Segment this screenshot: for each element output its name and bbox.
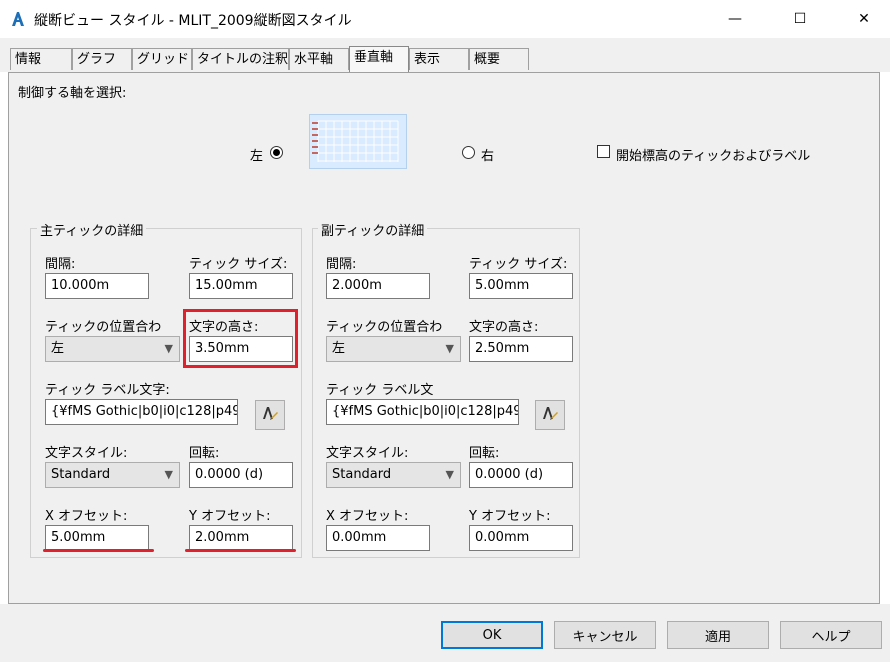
text-edit-icon [540, 403, 560, 427]
minor-rotation-label: 回転: [469, 446, 500, 461]
y-offset-underline [185, 549, 296, 552]
cancel-button[interactable]: キャンセル [554, 621, 656, 649]
minor-x-offset-label: X オフセット: [326, 509, 409, 524]
major-tick-justify-value: 左 [51, 341, 65, 356]
minor-label-text-edit-button[interactable] [535, 400, 565, 430]
minor-tick-title: 副ティックの詳細 [318, 220, 428, 239]
tab-info[interactable]: 情報 [10, 48, 72, 70]
major-label-text-edit-button[interactable] [255, 400, 285, 430]
maximize-button[interactable]: ☐ [777, 0, 823, 38]
minor-tick-justify-value: 左 [332, 341, 346, 356]
minimize-button[interactable]: — [712, 0, 758, 38]
minor-y-offset-label: Y オフセット: [469, 509, 551, 524]
chevron-down-icon: ▼ [445, 342, 454, 355]
tab-graph[interactable]: グラフ [72, 48, 132, 70]
highlight-box [183, 309, 298, 368]
major-text-style-label: 文字スタイル: [45, 446, 128, 461]
close-icon: ✕ [858, 11, 870, 27]
axis-preview [309, 114, 407, 169]
chevron-down-icon: ▼ [164, 468, 173, 481]
tab-summary[interactable]: 概要 [469, 48, 529, 70]
major-rotation-label: 回転: [189, 446, 220, 461]
major-interval-label: 間隔: [45, 257, 76, 272]
minor-text-style-value: Standard [332, 467, 392, 482]
major-rotation-input[interactable]: 0.0000 (d) [189, 462, 293, 488]
ok-button[interactable]: OK [441, 621, 543, 649]
minor-interval-label: 間隔: [326, 257, 357, 272]
tab-grid[interactable]: グリッド [132, 48, 192, 70]
minor-text-height-label: 文字の高さ: [469, 320, 539, 335]
right-axis-radio[interactable] [462, 146, 475, 159]
x-offset-underline [43, 549, 154, 552]
app-logo-icon [9, 10, 27, 28]
major-text-style-select[interactable]: Standard ▼ [45, 462, 180, 488]
major-tick-justify-label: ティックの位置合わ [45, 320, 162, 335]
start-elevation-checkbox[interactable] [597, 145, 610, 158]
tab-vertical-axis[interactable]: 垂直軸 [349, 46, 409, 72]
chevron-down-icon: ▼ [445, 468, 454, 481]
minor-text-style-label: 文字スタイル: [326, 446, 409, 461]
minor-text-style-select[interactable]: Standard ▼ [326, 462, 461, 488]
minor-y-offset-input[interactable]: 0.00mm [469, 525, 573, 551]
minor-x-offset-input[interactable]: 0.00mm [326, 525, 430, 551]
minimize-icon: — [728, 11, 742, 27]
major-tick-title: 主ティックの詳細 [37, 220, 147, 239]
maximize-icon: ☐ [793, 11, 807, 27]
major-x-offset-label: X オフセット: [45, 509, 128, 524]
minor-tick-justify-select[interactable]: 左 ▼ [326, 336, 461, 362]
minor-interval-input[interactable]: 2.000m [326, 273, 430, 299]
minor-tick-size-input[interactable]: 5.00mm [469, 273, 573, 299]
minor-rotation-input[interactable]: 0.0000 (d) [469, 462, 573, 488]
major-y-offset-input[interactable]: 2.00mm [189, 525, 293, 551]
major-tick-size-input[interactable]: 15.00mm [189, 273, 293, 299]
minor-tick-justify-label: ティックの位置合わ [326, 320, 443, 335]
left-axis-label: 左 [250, 149, 264, 164]
axis-select-label: 制御する軸を選択: [18, 86, 127, 101]
window-title: 縦断ビュー スタイル - MLIT_2009縦断図スタイル [34, 13, 352, 29]
major-interval-input[interactable]: 10.000m [45, 273, 149, 299]
right-axis-label: 右 [481, 149, 495, 164]
minor-label-text-label: ティック ラベル文 [326, 383, 434, 398]
minor-label-text-input[interactable]: {¥fMS Gothic|b0|i0|c128|p49 [326, 399, 519, 425]
start-elevation-label: 開始標高のティックおよびラベル [616, 149, 811, 164]
apply-button[interactable]: 適用 [667, 621, 769, 649]
tab-horizontal-axis[interactable]: 水平軸 [289, 48, 349, 70]
close-button[interactable]: ✕ [841, 0, 887, 38]
major-text-style-value: Standard [51, 467, 111, 482]
major-tick-justify-select[interactable]: 左 ▼ [45, 336, 180, 362]
major-y-offset-label: Y オフセット: [189, 509, 271, 524]
major-label-text-input[interactable]: {¥fMS Gothic|b0|i0|c128|p49 [45, 399, 238, 425]
help-button[interactable]: ヘルプ [780, 621, 882, 649]
minor-text-height-input[interactable]: 2.50mm [469, 336, 573, 362]
tab-title-annotation[interactable]: タイトルの注釈 [192, 48, 289, 70]
text-edit-icon [260, 403, 280, 427]
left-axis-radio[interactable] [270, 146, 283, 159]
major-label-text-label: ティック ラベル文字: [45, 383, 170, 398]
minor-tick-size-label: ティック サイズ: [469, 257, 568, 272]
chevron-down-icon: ▼ [164, 342, 173, 355]
major-x-offset-input[interactable]: 5.00mm [45, 525, 149, 551]
tab-display[interactable]: 表示 [409, 48, 469, 70]
major-tick-size-label: ティック サイズ: [189, 257, 288, 272]
